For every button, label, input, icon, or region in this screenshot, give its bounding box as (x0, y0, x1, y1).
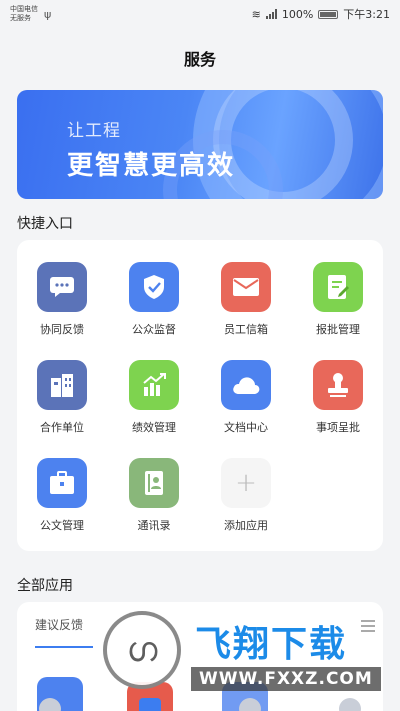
signal-icon (265, 9, 277, 19)
quick-item-contacts[interactable]: 通讯录 (109, 458, 199, 548)
carrier-service: 无服务 (10, 14, 31, 22)
quick-item-performance[interactable]: 绩效管理 (109, 360, 199, 450)
status-right: ≋ 100% 下午3:21 (252, 6, 390, 22)
quick-entry-title: 快捷入口 (17, 216, 73, 232)
shield-check-icon (129, 262, 179, 312)
quick-item-label: 公众监督 (132, 323, 176, 336)
usb-icon: ψ (44, 7, 52, 21)
contacts-book-icon (129, 458, 179, 508)
quick-item-mailbox[interactable]: 员工信箱 (201, 262, 291, 352)
status-bar: 中国电信 无服务 ψ ≋ 100% 下午3:21 (0, 0, 400, 28)
quick-item-label: 事项呈批 (316, 421, 360, 434)
add-app-button[interactable]: + 添加应用 (201, 458, 291, 548)
tab-suggestion-feedback[interactable]: 建议反馈 (35, 616, 83, 633)
document-edit-icon (313, 262, 363, 312)
wifi-icon: ≋ (251, 7, 261, 21)
chat-icon (37, 262, 87, 312)
quick-item-label: 合作单位 (40, 421, 84, 434)
promo-banner[interactable]: 让工程 更智慧更高效 (17, 90, 383, 199)
all-apps-title: 全部应用 (17, 578, 73, 594)
quick-entry-card: 协同反馈 公众监督 员工信箱 报批管理 合作单位 绩效管理 文档中心 事项呈批 … (17, 240, 383, 551)
stamp-icon (313, 360, 363, 410)
banner-subtitle: 让工程 (67, 121, 121, 141)
quick-item-label: 报批管理 (316, 323, 360, 336)
quick-item-label: 协同反馈 (40, 323, 84, 336)
banner-title: 更智慧更高效 (67, 151, 236, 181)
bottom-tab-bar (0, 692, 400, 711)
quick-item-label: 公文管理 (40, 519, 84, 532)
quick-item-approval[interactable]: 报批管理 (293, 262, 383, 352)
watermark-text: 飞翔下载 (195, 624, 348, 665)
page-title: 服务 (183, 50, 216, 69)
profile-tab-icon[interactable] (339, 698, 361, 711)
battery-icon (318, 9, 339, 19)
carrier-name: 中国电信 (10, 5, 38, 13)
home-tab-icon[interactable] (39, 698, 61, 711)
quick-item-label: 添加应用 (224, 519, 268, 532)
battery-percent: 100% (281, 7, 314, 21)
service-tab-icon[interactable] (139, 698, 161, 711)
quick-item-label: 文档中心 (224, 421, 268, 434)
watermark: ഗ 飞翔下载 WWW.FXXZ.COM (95, 607, 395, 695)
quick-item-documents[interactable]: 文档中心 (201, 360, 291, 450)
plus-icon: + (221, 458, 271, 508)
top-bar: 服务 (0, 28, 400, 88)
cloud-icon (221, 360, 271, 410)
watermark-logo-icon: ഗ (103, 611, 181, 689)
quick-item-label: 绩效管理 (132, 421, 176, 434)
clock: 下午3:21 (343, 8, 390, 21)
quick-item-feedback[interactable]: 协同反馈 (17, 262, 107, 352)
quick-item-label: 通讯录 (137, 519, 171, 532)
quick-item-partners[interactable]: 合作单位 (17, 360, 107, 450)
tab-active-indicator (35, 646, 93, 648)
mail-icon (221, 262, 271, 312)
quick-item-supervision[interactable]: 公众监督 (109, 262, 199, 352)
chart-up-icon (129, 360, 179, 410)
quick-item-official-docs[interactable]: 公文管理 (17, 458, 107, 548)
document-tab-icon[interactable] (239, 698, 261, 711)
quick-item-label: 员工信箱 (224, 323, 268, 336)
building-icon (37, 360, 87, 410)
carrier-info: 中国电信 无服务 (10, 5, 38, 23)
watermark-url: WWW.FXXZ.COM (191, 667, 381, 691)
briefcase-icon (37, 458, 87, 508)
quick-item-submissions[interactable]: 事项呈批 (293, 360, 383, 450)
